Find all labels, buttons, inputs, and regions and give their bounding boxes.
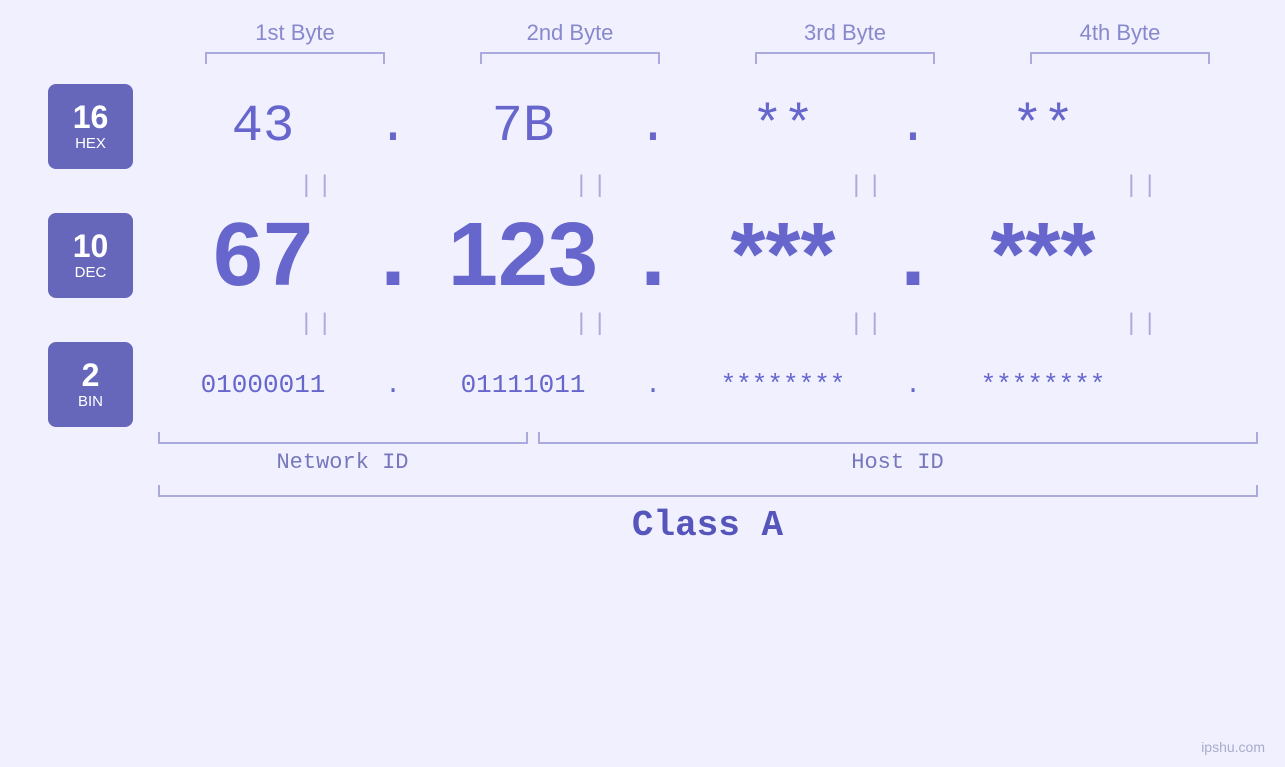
- dec-dot3: .: [893, 204, 933, 307]
- bin-dot1: .: [373, 370, 413, 400]
- bin-dot3: .: [893, 370, 933, 400]
- equals-row-1: || || || ||: [180, 173, 1280, 200]
- bin-byte3: ********: [673, 370, 893, 400]
- bin-base-number: 2: [82, 359, 100, 391]
- bin-byte1: 01000011: [153, 370, 373, 400]
- eq1-byte1: ||: [208, 173, 428, 200]
- hex-dot1: .: [373, 97, 413, 156]
- hex-dot3: .: [893, 97, 933, 156]
- dec-row: 10 DEC 67 . 123 . *** . ***: [0, 204, 1285, 307]
- dec-dot2: .: [633, 204, 673, 307]
- class-label: Class A: [632, 505, 783, 546]
- dec-badge: 10 DEC: [48, 213, 133, 298]
- network-id-label: Network ID: [158, 450, 528, 475]
- hex-row: 16 HEX 43 . 7B . ** . **: [0, 84, 1285, 169]
- dec-values: 67 . 123 . *** . ***: [153, 204, 1285, 307]
- eq1-byte3: ||: [758, 173, 978, 200]
- bracket-byte1: [205, 52, 385, 64]
- bin-base-name: BIN: [78, 393, 103, 410]
- dec-byte3: ***: [673, 204, 893, 307]
- watermark: ipshu.com: [1201, 739, 1265, 755]
- main-container: 1st Byte 2nd Byte 3rd Byte 4th Byte 16 H…: [0, 0, 1285, 767]
- dec-dot1: .: [373, 204, 413, 307]
- byte3-header: 3rd Byte: [745, 20, 945, 46]
- host-id-label: Host ID: [538, 450, 1258, 475]
- hex-base-number: 16: [73, 101, 109, 133]
- eq1-byte4: ||: [1033, 173, 1253, 200]
- hex-badge: 16 HEX: [48, 84, 133, 169]
- dec-byte2: 123: [413, 204, 633, 307]
- class-label-row: Class A: [158, 505, 1258, 546]
- bin-byte2: 01111011: [413, 370, 633, 400]
- hex-base-name: HEX: [75, 135, 106, 152]
- eq1-byte2: ||: [483, 173, 703, 200]
- id-labels-row: Network ID Host ID: [158, 450, 1258, 475]
- bracket-byte3: [755, 52, 935, 64]
- id-brackets: [158, 432, 1258, 444]
- byte-headers-row: 1st Byte 2nd Byte 3rd Byte 4th Byte: [158, 20, 1258, 46]
- hex-byte1: 43: [153, 97, 373, 156]
- dec-base-number: 10: [73, 230, 109, 262]
- id-section: Network ID Host ID: [158, 432, 1258, 475]
- bin-byte4: ********: [933, 370, 1153, 400]
- eq2-byte4: ||: [1033, 311, 1253, 338]
- network-bracket: [158, 432, 528, 444]
- class-bracket: [158, 485, 1258, 497]
- dec-base-name: DEC: [75, 264, 107, 281]
- host-bracket: [538, 432, 1258, 444]
- hex-byte4: **: [933, 97, 1153, 156]
- bin-row: 2 BIN 01000011 . 01111011 . ******** . *…: [0, 342, 1285, 427]
- hex-dot2: .: [633, 97, 673, 156]
- bin-badge: 2 BIN: [48, 342, 133, 427]
- equals-row-2: || || || ||: [180, 311, 1280, 338]
- eq2-byte1: ||: [208, 311, 428, 338]
- eq2-byte2: ||: [483, 311, 703, 338]
- dec-byte4: ***: [933, 204, 1153, 307]
- bracket-byte4: [1030, 52, 1210, 64]
- eq2-byte3: ||: [758, 311, 978, 338]
- byte4-header: 4th Byte: [1020, 20, 1220, 46]
- dec-byte1: 67: [153, 204, 373, 307]
- hex-values: 43 . 7B . ** . **: [153, 97, 1285, 156]
- top-bracket-row: [158, 52, 1258, 64]
- byte1-header: 1st Byte: [195, 20, 395, 46]
- class-bracket-row: [158, 485, 1258, 497]
- bin-dot2: .: [633, 370, 673, 400]
- bracket-byte2: [480, 52, 660, 64]
- hex-byte3: **: [673, 97, 893, 156]
- hex-byte2: 7B: [413, 97, 633, 156]
- bin-values: 01000011 . 01111011 . ******** . *******…: [153, 370, 1285, 400]
- byte2-header: 2nd Byte: [470, 20, 670, 46]
